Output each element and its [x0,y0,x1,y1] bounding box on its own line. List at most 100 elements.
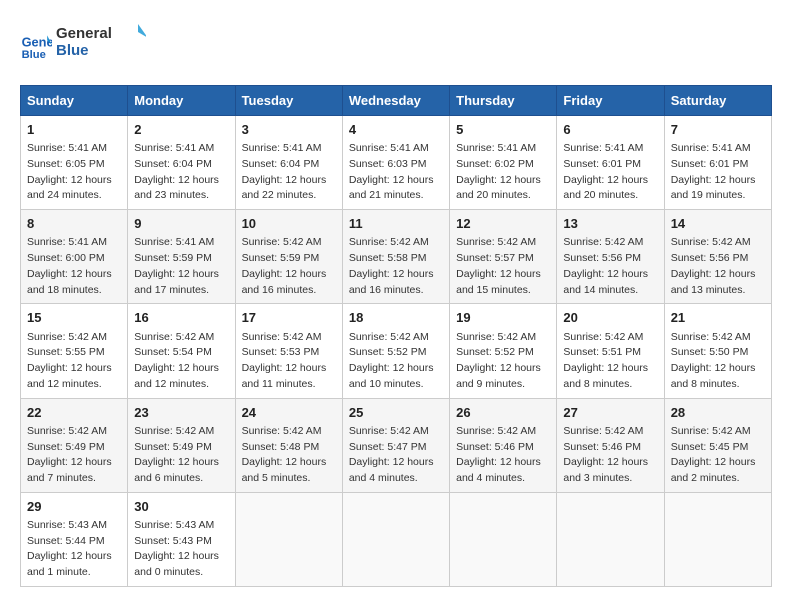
calendar-day-4: 4Sunrise: 5:41 AMSunset: 6:03 PMDaylight… [342,116,449,210]
calendar-day-empty [557,492,664,586]
day-info: Sunrise: 5:42 AMSunset: 5:52 PMDaylight:… [456,330,550,393]
day-number: 20 [563,309,657,327]
day-info: Sunrise: 5:43 AMSunset: 5:43 PMDaylight:… [134,518,228,581]
svg-text:Blue: Blue [56,42,89,59]
day-number: 24 [242,404,336,422]
calendar-table: SundayMondayTuesdayWednesdayThursdayFrid… [20,85,772,587]
calendar-day-15: 15 Sunrise: 5:42 AMSunset: 5:55 PMDayligh… [21,304,128,398]
day-number: 17 [242,309,336,327]
day-info: Sunrise: 5:42 AMSunset: 5:56 PMDaylight:… [671,235,765,298]
day-number: 28 [671,404,765,422]
calendar-day-12: 12 Sunrise: 5:42 AMSunset: 5:57 PMDayligh… [450,210,557,304]
day-number: 7 [671,121,765,139]
calendar-day-16: 16 Sunrise: 5:42 AMSunset: 5:54 PMDayligh… [128,304,235,398]
calendar-body: 1 Sunrise: 5:41 AMSunset: 6:05 PMDaylight… [21,116,772,587]
calendar-day-27: 27Sunrise: 5:42 AMSunset: 5:46 PMDayligh… [557,398,664,492]
calendar-day-empty [450,492,557,586]
day-number: 22 [27,404,121,422]
day-number: 5 [456,121,550,139]
day-number: 23 [134,404,228,422]
calendar-day-22: 22 Sunrise: 5:42 AMSunset: 5:49 PMDayligh… [21,398,128,492]
day-number: 30 [134,498,228,516]
calendar-day-23: 23Sunrise: 5:42 AMSunset: 5:49 PMDayligh… [128,398,235,492]
day-number: 3 [242,121,336,139]
day-info: Sunrise: 5:42 AMSunset: 5:57 PMDaylight:… [456,235,550,298]
calendar-week-1: 1 Sunrise: 5:41 AMSunset: 6:05 PMDaylight… [21,116,772,210]
day-info: Sunrise: 5:42 AMSunset: 5:56 PMDaylight:… [563,235,657,298]
calendar-day-3: 3 Sunrise: 5:41 AMSunset: 6:04 PMDaylight… [235,116,342,210]
day-header-thursday: Thursday [450,86,557,116]
logo-svg: General Blue [56,20,146,64]
svg-text:General: General [56,25,112,42]
day-number: 6 [563,121,657,139]
day-number: 18 [349,309,443,327]
day-info: Sunrise: 5:42 AMSunset: 5:55 PMDaylight:… [27,330,121,393]
day-info: Sunrise: 5:41 AMSunset: 6:04 PMDaylight:… [242,141,336,204]
calendar-day-18: 18 Sunrise: 5:42 AMSunset: 5:52 PMDayligh… [342,304,449,398]
day-info: Sunrise: 5:41 AMSunset: 6:05 PMDaylight:… [27,141,121,204]
calendar-week-4: 22 Sunrise: 5:42 AMSunset: 5:49 PMDayligh… [21,398,772,492]
day-info: Sunrise: 5:41 AMSunset: 6:03 PMDaylight:… [349,141,443,204]
calendar-week-2: 8 Sunrise: 5:41 AMSunset: 6:00 PMDaylight… [21,210,772,304]
day-info: Sunrise: 5:42 AMSunset: 5:51 PMDaylight:… [563,330,657,393]
day-info: Sunrise: 5:42 AMSunset: 5:45 PMDaylight:… [671,424,765,487]
svg-text:Blue: Blue [22,48,46,60]
calendar-day-28: 28 Sunrise: 5:42 AMSunset: 5:45 PMDayligh… [664,398,771,492]
calendar-day-29: 29Sunrise: 5:43 AMSunset: 5:44 PMDayligh… [21,492,128,586]
calendar-day-6: 6 Sunrise: 5:41 AMSunset: 6:01 PMDaylight… [557,116,664,210]
calendar-header: SundayMondayTuesdayWednesdayThursdayFrid… [21,86,772,116]
day-info: Sunrise: 5:41 AMSunset: 6:02 PMDaylight:… [456,141,550,204]
calendar-day-17: 17 Sunrise: 5:42 AMSunset: 5:53 PMDayligh… [235,304,342,398]
calendar-day-19: 19Sunrise: 5:42 AMSunset: 5:52 PMDayligh… [450,304,557,398]
day-info: Sunrise: 5:42 AMSunset: 5:53 PMDaylight:… [242,330,336,393]
day-number: 15 [27,309,121,327]
calendar-day-30: 30 Sunrise: 5:43 AMSunset: 5:43 PMDayligh… [128,492,235,586]
day-info: Sunrise: 5:42 AMSunset: 5:54 PMDaylight:… [134,330,228,393]
calendar-day-8: 8 Sunrise: 5:41 AMSunset: 6:00 PMDaylight… [21,210,128,304]
calendar-day-5: 5 Sunrise: 5:41 AMSunset: 6:02 PMDaylight… [450,116,557,210]
calendar-day-empty [664,492,771,586]
calendar-day-11: 11 Sunrise: 5:42 AMSunset: 5:58 PMDayligh… [342,210,449,304]
calendar-week-3: 15 Sunrise: 5:42 AMSunset: 5:55 PMDayligh… [21,304,772,398]
day-number: 26 [456,404,550,422]
day-number: 21 [671,309,765,327]
day-header-saturday: Saturday [664,86,771,116]
logo: General Blue General Blue [20,20,146,69]
day-number: 12 [456,215,550,233]
day-number: 11 [349,215,443,233]
logo-icon: General Blue [20,29,52,61]
day-info: Sunrise: 5:42 AMSunset: 5:47 PMDaylight:… [349,424,443,487]
day-info: Sunrise: 5:41 AMSunset: 6:01 PMDaylight:… [563,141,657,204]
day-number: 8 [27,215,121,233]
day-info: Sunrise: 5:42 AMSunset: 5:49 PMDaylight:… [27,424,121,487]
page-header: General Blue General Blue [20,20,772,69]
day-header-monday: Monday [128,86,235,116]
day-info: Sunrise: 5:42 AMSunset: 5:46 PMDaylight:… [563,424,657,487]
calendar-day-empty [235,492,342,586]
day-number: 16 [134,309,228,327]
day-info: Sunrise: 5:41 AMSunset: 6:01 PMDaylight:… [671,141,765,204]
day-number: 25 [349,404,443,422]
day-info: Sunrise: 5:43 AMSunset: 5:44 PMDaylight:… [27,518,121,581]
day-number: 14 [671,215,765,233]
calendar-day-2: 2Sunrise: 5:41 AMSunset: 6:04 PMDaylight… [128,116,235,210]
day-info: Sunrise: 5:42 AMSunset: 5:50 PMDaylight:… [671,330,765,393]
calendar-day-7: 7 Sunrise: 5:41 AMSunset: 6:01 PMDaylight… [664,116,771,210]
calendar-day-25: 25 Sunrise: 5:42 AMSunset: 5:47 PMDayligh… [342,398,449,492]
day-number: 13 [563,215,657,233]
calendar-day-26: 26Sunrise: 5:42 AMSunset: 5:46 PMDayligh… [450,398,557,492]
day-number: 2 [134,121,228,139]
calendar-day-14: 14 Sunrise: 5:42 AMSunset: 5:56 PMDayligh… [664,210,771,304]
calendar-day-10: 10Sunrise: 5:42 AMSunset: 5:59 PMDayligh… [235,210,342,304]
day-info: Sunrise: 5:41 AMSunset: 6:00 PMDaylight:… [27,235,121,298]
calendar-day-13: 13 Sunrise: 5:42 AMSunset: 5:56 PMDayligh… [557,210,664,304]
day-header-wednesday: Wednesday [342,86,449,116]
day-info: Sunrise: 5:42 AMSunset: 5:52 PMDaylight:… [349,330,443,393]
calendar-day-1: 1 Sunrise: 5:41 AMSunset: 6:05 PMDaylight… [21,116,128,210]
calendar-day-21: 21 Sunrise: 5:42 AMSunset: 5:50 PMDayligh… [664,304,771,398]
calendar-week-5: 29Sunrise: 5:43 AMSunset: 5:44 PMDayligh… [21,492,772,586]
calendar-day-24: 24Sunrise: 5:42 AMSunset: 5:48 PMDayligh… [235,398,342,492]
day-info: Sunrise: 5:42 AMSunset: 5:58 PMDaylight:… [349,235,443,298]
day-number: 1 [27,121,121,139]
day-header-sunday: Sunday [21,86,128,116]
